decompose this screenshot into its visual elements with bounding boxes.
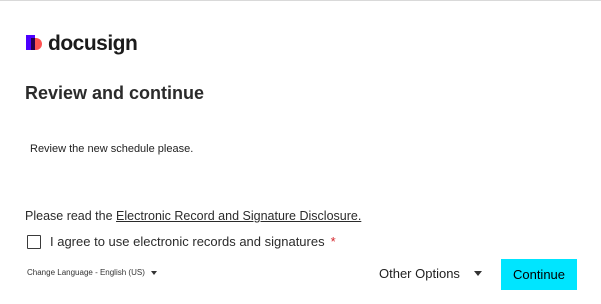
caret-down-icon: [473, 271, 482, 276]
sender-message: Review the new schedule please.: [30, 143, 194, 155]
agreement-row[interactable]: I agree to use electronic records and si…: [27, 234, 336, 249]
agree-checkbox[interactable]: [27, 234, 41, 249]
caret-down-icon: [150, 270, 157, 275]
docusign-logo-icon: [24, 34, 44, 54]
page-title: Review and continue: [25, 83, 205, 103]
disclosure-link[interactable]: Electronic Record and Signature Disclosu…: [116, 209, 361, 223]
brand-name: docusign: [48, 32, 138, 55]
required-marker: *: [330, 234, 336, 249]
change-language-dropdown[interactable]: Change Language - English (US): [27, 268, 157, 277]
disclosure-prefix: Please read the: [25, 209, 117, 223]
disclosure-text: Please read the Electronic Record and Si…: [25, 209, 361, 223]
agree-label[interactable]: I agree to use electronic records and si…: [50, 234, 325, 249]
language-label: Change Language - English (US): [27, 268, 145, 277]
other-options-label: Other Options: [379, 266, 460, 281]
top-border: [0, 0, 601, 1]
continue-button[interactable]: Continue: [501, 259, 577, 290]
other-options-dropdown[interactable]: Other Options: [379, 266, 482, 281]
docusign-logo: docusign: [24, 30, 138, 58]
